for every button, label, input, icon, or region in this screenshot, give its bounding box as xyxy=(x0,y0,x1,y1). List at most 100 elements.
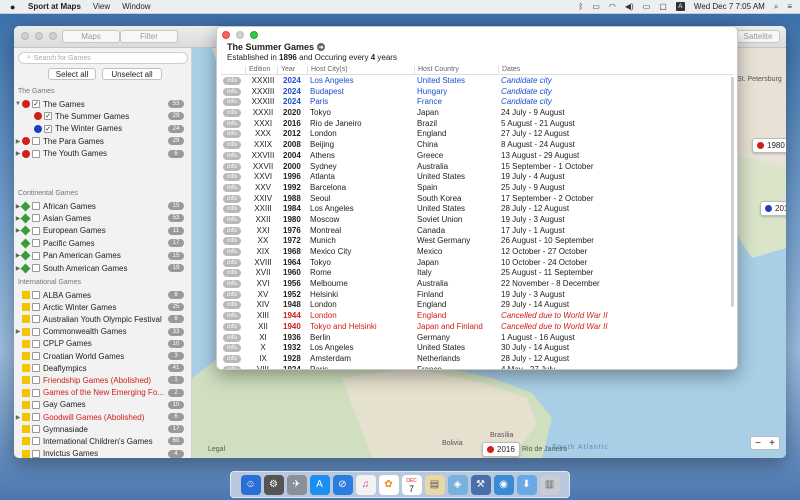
info-button[interactable]: info xyxy=(223,183,241,192)
info-button[interactable]: info xyxy=(223,77,241,85)
checkbox[interactable] xyxy=(32,364,40,373)
info-button[interactable]: info xyxy=(223,301,241,310)
table-row[interactable]: info XIX 1968 Mexico City Mexico 12 October -… xyxy=(221,247,733,258)
table-row[interactable]: info XXXI 2016 Rio de Janeiro Brazil 5 August… xyxy=(221,119,733,130)
info-button[interactable]: info xyxy=(223,173,241,182)
info-button[interactable]: info xyxy=(223,98,241,107)
sidebar-item-international[interactable]: Friendship Games (Abolished) 1 xyxy=(14,374,186,386)
column-country[interactable]: Host Country xyxy=(414,66,459,75)
apple-icon[interactable]: ● xyxy=(10,2,22,12)
zoom-out-button[interactable]: − xyxy=(751,437,765,449)
info-button[interactable]: info xyxy=(223,354,241,363)
menu-window[interactable]: Window xyxy=(122,2,150,11)
info-button[interactable]: info xyxy=(223,119,241,128)
column-dates[interactable]: Dates xyxy=(498,66,520,75)
checkbox[interactable]: ✓ xyxy=(44,124,52,133)
info-button[interactable]: info xyxy=(223,333,241,342)
map-pin-2016[interactable]: 2016 xyxy=(482,442,520,457)
sidebar-item-international[interactable]: Gay Games 10 xyxy=(14,399,186,411)
sidebar-item-international[interactable]: Invictus Games 4 xyxy=(14,448,186,458)
info-button[interactable]: info xyxy=(223,280,241,289)
checkbox[interactable] xyxy=(32,352,40,360)
info-button[interactable]: info xyxy=(223,269,241,278)
sidebar-item-games[interactable]: ▶ The Para Games 29 xyxy=(14,135,186,147)
close-button[interactable] xyxy=(21,32,29,40)
table-row[interactable]: info XXXIII 2024 Budapest Hungary Candidate c… xyxy=(221,87,733,98)
info-button[interactable]: info xyxy=(223,109,241,118)
info-button[interactable]: info xyxy=(223,237,241,246)
table-row[interactable]: info XXV 1992 Barcelona Spain 25 July - 9 Aug… xyxy=(221,183,733,194)
input-source-icon[interactable]: A xyxy=(675,2,685,11)
checkbox[interactable] xyxy=(32,202,40,210)
select-all-button[interactable]: Select all xyxy=(48,68,96,80)
disclosure-triangle-icon[interactable]: ▼ xyxy=(14,101,22,107)
info-button[interactable]: info xyxy=(223,151,241,160)
sidebar-item-international[interactable]: ▶ Goodwill Games (Abolished) 6 xyxy=(14,411,186,423)
info-button[interactable]: info xyxy=(223,141,241,150)
menu-view[interactable]: View xyxy=(93,2,110,11)
table-row[interactable]: info XXXII 2020 Tokyo Japan 24 July - 9 Augus… xyxy=(221,108,733,119)
maps-tab[interactable]: Maps xyxy=(62,30,120,43)
battery-icon[interactable]: ▭ xyxy=(643,2,651,11)
sidebar-item-international[interactable]: CPLP Games 10 xyxy=(14,338,186,350)
checkbox[interactable] xyxy=(32,291,40,299)
photos-icon[interactable]: ✿ xyxy=(378,474,399,495)
table-row[interactable]: info XXI 1976 Montreal Canada 17 July - 1 Aug… xyxy=(221,226,733,237)
checkbox[interactable] xyxy=(32,413,40,421)
zoom-in-button[interactable]: + xyxy=(765,437,779,449)
spotlight-icon[interactable]: ⌕ xyxy=(774,2,778,12)
checkbox[interactable] xyxy=(32,400,40,409)
sidebar-item-games[interactable]: ▼ ✓ The Games 53 xyxy=(14,98,186,110)
info-button[interactable]: info xyxy=(223,344,241,353)
table-row[interactable]: info XXIV 1988 Seoul South Korea 17 September… xyxy=(221,194,733,205)
sidebar-item-international[interactable]: Arctic Winter Games 25 xyxy=(14,301,186,313)
sidebar-item-games[interactable]: ✓ The Winter Games 24 xyxy=(14,123,186,135)
info-button[interactable]: info xyxy=(223,365,241,369)
disclosure-triangle-icon[interactable]: ▶ xyxy=(14,138,22,145)
sidebar-item-international[interactable]: Deaflympics 41 xyxy=(14,362,186,374)
checkbox[interactable] xyxy=(32,449,40,458)
info-button[interactable]: info xyxy=(223,162,241,171)
notification-center-icon[interactable]: ≡ xyxy=(787,2,792,11)
sidebar-item-international[interactable]: Gymnasiade 17 xyxy=(14,423,186,435)
safari-icon[interactable]: ⊘ xyxy=(332,474,353,495)
app-menu[interactable]: Sport at Maps xyxy=(28,2,81,11)
sidebar-item-international[interactable]: ▶ Commonwealth Games 33 xyxy=(14,326,186,338)
checkbox[interactable] xyxy=(32,425,40,434)
info-button[interactable]: info xyxy=(223,215,241,224)
info-button[interactable]: info xyxy=(223,258,241,267)
map-legal-link[interactable]: Legal xyxy=(208,446,225,453)
music-icon[interactable]: ♫ xyxy=(355,474,376,495)
table-row[interactable]: info XX 1972 Munich West Germany 26 August - … xyxy=(221,236,733,247)
map-pin-1980[interactable]: 1980 xyxy=(752,138,786,153)
table-row[interactable]: info XI 1936 Berlin Germany 1 August - 16 Aug… xyxy=(221,333,733,344)
column-edition[interactable]: Edition xyxy=(245,66,270,75)
table-row[interactable]: info XXX 2012 London England 27 July - 12 Aug… xyxy=(221,129,733,140)
table-row[interactable]: info X 1932 Los Angeles United States 30 July… xyxy=(221,343,733,354)
table-row[interactable]: info XIII 1944 London England Cancelled due t… xyxy=(221,311,733,322)
xcode-icon[interactable]: ⚒ xyxy=(470,474,491,495)
sidebar-item-continental[interactable]: Pacific Games 17 xyxy=(14,237,186,249)
sidebar-item-international[interactable]: ALBA Games 6 xyxy=(14,289,186,301)
network-icon[interactable]: ◉ xyxy=(493,474,514,495)
sidebar-item-international[interactable]: Australian Youth Olympic Festival 6 xyxy=(14,313,186,325)
zoom-button[interactable] xyxy=(49,32,57,40)
sidebar-item-international[interactable]: Croatian World Games 3 xyxy=(14,350,186,362)
table-row[interactable]: info XXIX 2008 Beijing China 8 August - 24 Au… xyxy=(221,140,733,151)
panel-minimize-button[interactable] xyxy=(236,31,244,39)
filter-tab[interactable]: Filter xyxy=(120,30,178,43)
preview-icon[interactable]: ▤ xyxy=(424,474,445,495)
table-row[interactable]: info XVI 1956 Melbourne Australia 22 November… xyxy=(221,279,733,290)
sport-at-maps-icon[interactable]: ◈ xyxy=(447,474,468,495)
sidebar-item-international[interactable]: International Children's Games 60 xyxy=(14,435,186,447)
column-city[interactable]: Host City(s) xyxy=(307,66,348,75)
table-row[interactable]: info XXVIII 2004 Athens Greece 13 August - 29… xyxy=(221,151,733,162)
info-button[interactable]: info xyxy=(223,130,241,139)
calendar-icon[interactable]: DEC 7 xyxy=(401,474,422,495)
table-row[interactable]: info XIV 1948 London England 29 July - 14 Aug… xyxy=(221,300,733,311)
minimize-button[interactable] xyxy=(35,32,43,40)
checkbox[interactable] xyxy=(32,239,40,248)
checkbox[interactable] xyxy=(32,303,40,312)
app-store-icon[interactable]: A xyxy=(309,474,330,495)
checkbox[interactable] xyxy=(32,388,40,397)
